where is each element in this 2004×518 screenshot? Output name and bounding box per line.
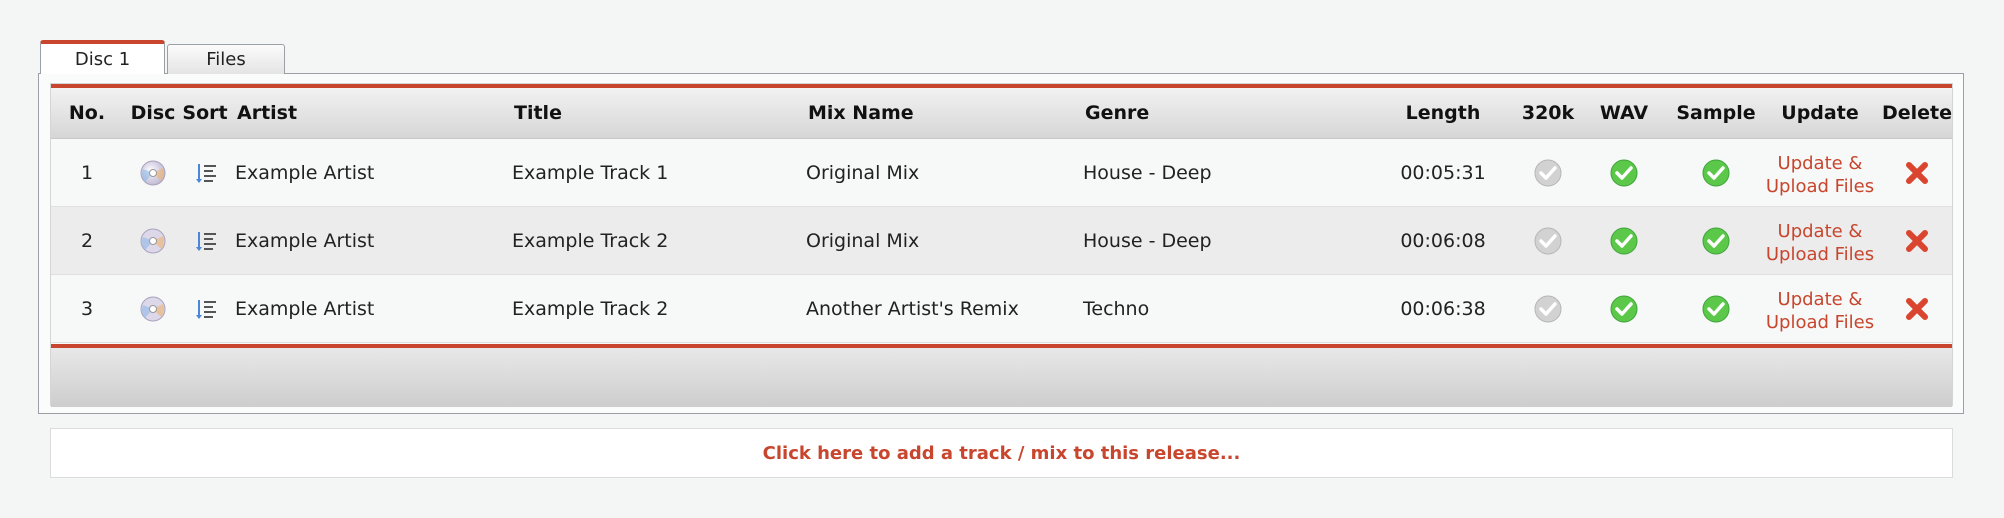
track-length: 00:06:08 (1400, 230, 1486, 252)
col-header-320k: 320k (1521, 102, 1575, 124)
disc-icon[interactable] (133, 207, 173, 275)
track-artist: Example Artist (235, 298, 375, 320)
disc-icon[interactable] (133, 275, 173, 343)
track-number: 2 (80, 230, 94, 252)
table-row: 2 Example Artist Example Track 2 Origina… (51, 207, 1952, 275)
table-header: No. Disc Sort Artist Title Mix Name Genr… (51, 88, 1952, 139)
delete-x-icon[interactable] (1897, 207, 1937, 275)
track-number: 3 (80, 298, 94, 320)
check-green-icon (1696, 275, 1736, 343)
col-header-artist: Artist (237, 102, 298, 124)
col-header-sort: Sort (182, 102, 228, 124)
table-footer (51, 348, 1952, 407)
col-header-no: No. (68, 102, 106, 124)
track-length: 00:06:38 (1400, 298, 1486, 320)
col-header-wav: WAV (1599, 102, 1649, 124)
add-track-button[interactable]: Click here to add a track / mix to this … (50, 428, 1953, 478)
track-title: Example Track 1 (512, 162, 669, 184)
col-header-delete: Delete (1881, 102, 1953, 124)
track-mix-name: Another Artist's Remix (806, 298, 1019, 320)
tracks-table: No. Disc Sort Artist Title Mix Name Genr… (50, 83, 1953, 407)
check-grey-icon (1528, 207, 1568, 275)
check-green-icon (1604, 275, 1644, 343)
track-artist: Example Artist (235, 230, 375, 252)
col-header-disc: Disc (130, 102, 176, 124)
tab-files[interactable]: Files (167, 44, 285, 74)
track-genre: House - Deep (1083, 230, 1212, 252)
check-green-icon (1604, 207, 1644, 275)
disc-icon[interactable] (133, 139, 173, 207)
check-green-icon (1696, 207, 1736, 275)
table-row: 1 Example Artist Example Track 1 Origina… (51, 139, 1952, 207)
check-grey-icon (1528, 275, 1568, 343)
track-number: 1 (80, 162, 94, 184)
track-length: 00:05:31 (1400, 162, 1486, 184)
tab-bar: Disc 1 Files (40, 40, 285, 74)
track-genre: Techno (1083, 298, 1150, 320)
track-mix-name: Original Mix (806, 162, 920, 184)
update-upload-link[interactable]: Update & Upload Files (1755, 152, 1885, 198)
tab-disc-1[interactable]: Disc 1 (40, 40, 165, 74)
delete-x-icon[interactable] (1897, 275, 1937, 343)
table-row: 3 Example Artist Example Track 2 Another… (51, 275, 1952, 343)
sort-handle-icon[interactable] (189, 207, 223, 275)
sort-handle-icon[interactable] (189, 275, 223, 343)
col-header-mix-name: Mix Name (808, 102, 914, 124)
track-mix-name: Original Mix (806, 230, 920, 252)
check-grey-icon (1528, 139, 1568, 207)
update-upload-link[interactable]: Update & Upload Files (1755, 220, 1885, 266)
update-upload-link[interactable]: Update & Upload Files (1755, 288, 1885, 334)
check-green-icon (1604, 139, 1644, 207)
track-genre: House - Deep (1083, 162, 1212, 184)
sort-handle-icon[interactable] (189, 139, 223, 207)
track-artist: Example Artist (235, 162, 375, 184)
track-title: Example Track 2 (512, 298, 669, 320)
col-header-update: Update (1781, 102, 1859, 124)
col-header-genre: Genre (1085, 102, 1150, 124)
track-title: Example Track 2 (512, 230, 669, 252)
col-header-sample: Sample (1676, 102, 1756, 124)
check-green-icon (1696, 139, 1736, 207)
col-header-length: Length (1405, 102, 1481, 124)
delete-x-icon[interactable] (1897, 139, 1937, 207)
col-header-title: Title (514, 102, 562, 124)
